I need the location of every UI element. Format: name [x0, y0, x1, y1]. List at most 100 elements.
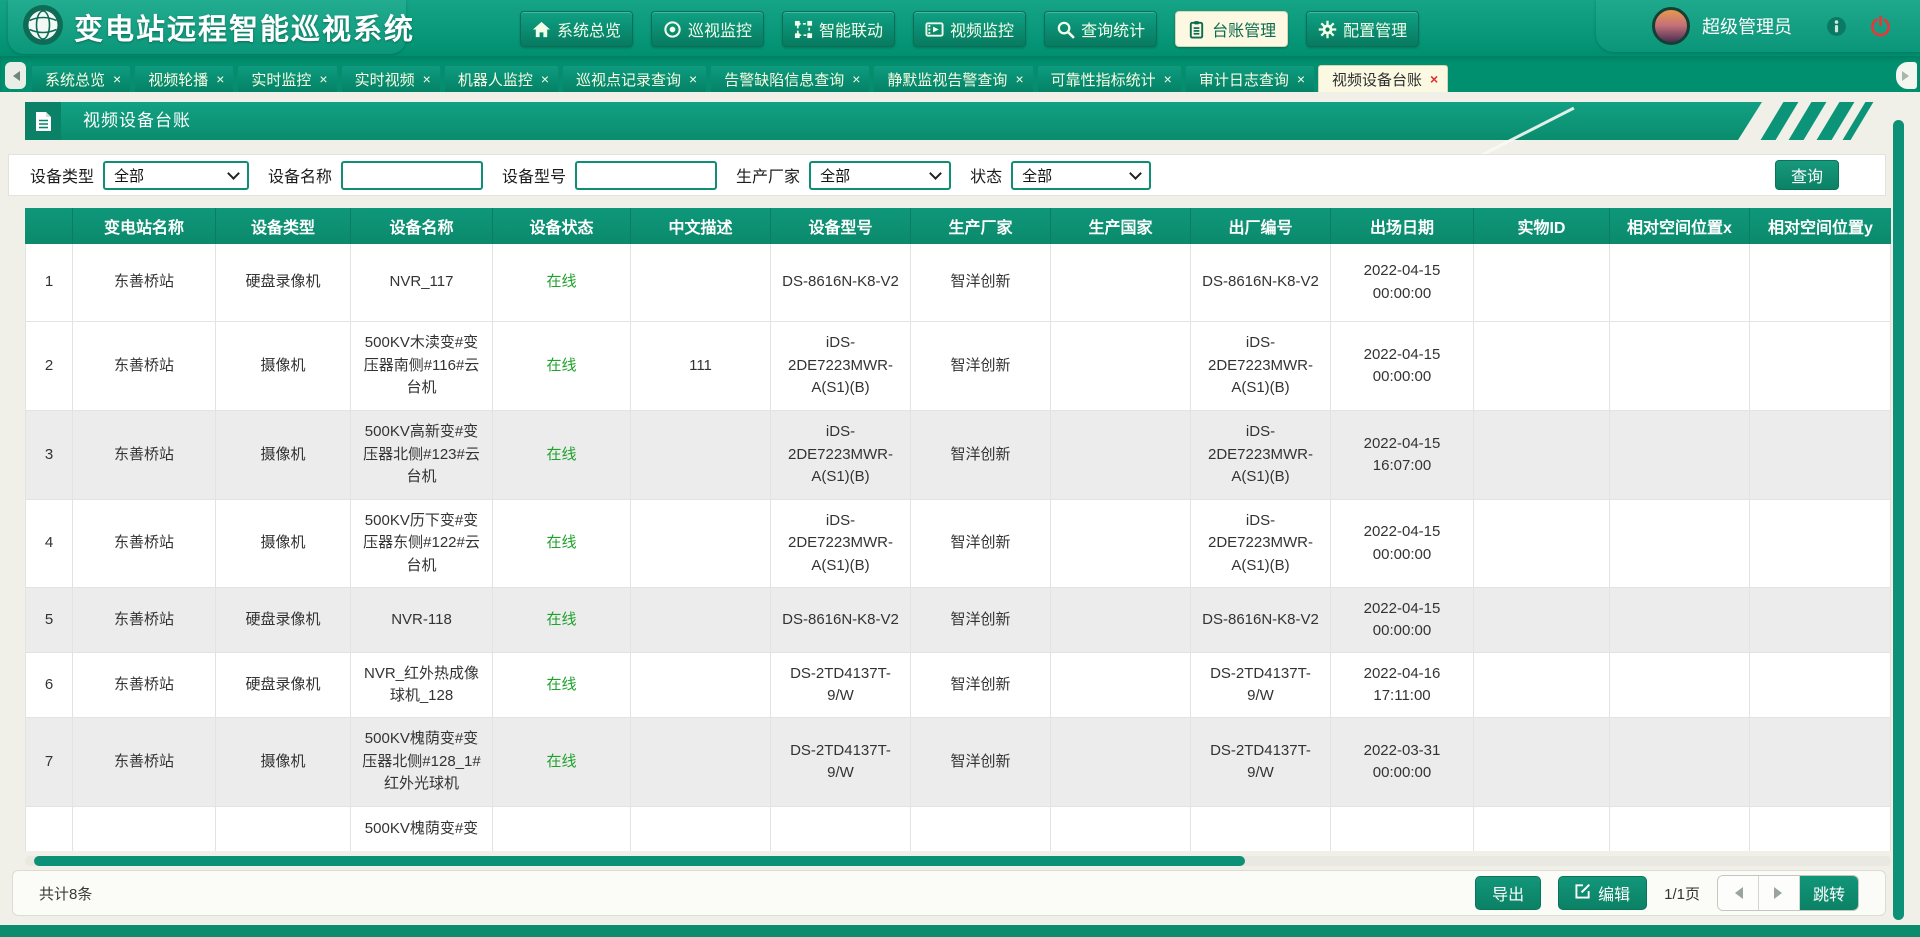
nav-system-overview[interactable]: 系统总览	[520, 11, 633, 47]
tab-close-icon[interactable]: ×	[852, 72, 860, 86]
table-cell: 东善桥站	[73, 322, 216, 411]
table-row[interactable]: 3东善桥站摄像机500KV高新变#变压器北侧#123#云台机在线iDS-2DE7…	[25, 411, 1891, 500]
nav-label: 智能联动	[819, 17, 883, 41]
footer-controls: 导出 编辑 1/1页 跳转	[1475, 875, 1859, 911]
total-count: 共计8条	[39, 883, 92, 904]
table-row[interactable]: 4东善桥站摄像机500KV历下变#变压器东侧#122#云台机在线iDS-2DE7…	[25, 500, 1891, 588]
tab-item[interactable]: 实时监控×	[237, 65, 337, 92]
table-row[interactable]: 7东善桥站摄像机500KV槐荫变#变压器北侧#128_1#红外光球机在线DS-2…	[25, 718, 1891, 807]
tab-item[interactable]: 视频设备台账×	[1318, 65, 1448, 92]
jump-button[interactable]: 跳转	[1800, 876, 1858, 910]
manufacturer-select[interactable]: 全部	[809, 161, 951, 190]
table-cell	[1610, 322, 1750, 411]
user-avatar[interactable]	[1652, 7, 1690, 45]
table-cell: DS-2TD4137T-9/W	[771, 718, 911, 807]
nav-ledger-management[interactable]: 台账管理	[1175, 11, 1288, 47]
table-row[interactable]: 2东善桥站摄像机500KV木渎变#变压器南侧#116#云台机在线111iDS-2…	[25, 322, 1891, 411]
status-select[interactable]: 全部	[1011, 161, 1151, 190]
page-title-banner: 视频设备台账	[25, 102, 1762, 140]
link-grid-icon	[794, 20, 813, 39]
tab-close-icon[interactable]: ×	[689, 72, 697, 86]
table-cell	[73, 807, 216, 851]
pagination-group: 跳转	[1717, 875, 1859, 911]
horizontal-scrollbar-thumb[interactable]	[34, 856, 1245, 866]
tab-close-icon[interactable]: ×	[1164, 72, 1172, 86]
tab-item[interactable]: 告警缺陷信息查询×	[710, 65, 870, 92]
table-cell: 智洋创新	[911, 588, 1051, 653]
table-cell	[631, 807, 771, 851]
tab-item[interactable]: 可靠性指标统计 ×	[1037, 65, 1182, 92]
table-cell	[631, 653, 771, 718]
table-row-partial[interactable]: 500KV槐荫变#变	[25, 807, 1891, 851]
table-cell: iDS-2DE7223MWR-A(S1)(B)	[1191, 322, 1331, 411]
tab-item[interactable]: 视频轮播×	[134, 65, 234, 92]
device-type-select[interactable]: 全部	[103, 161, 249, 190]
table-cell: iDS-2DE7223MWR-A(S1)(B)	[771, 411, 911, 500]
tab-close-icon[interactable]: ×	[113, 72, 121, 86]
chevron-left-icon	[1729, 887, 1743, 899]
tab-label: 机器人监控	[458, 69, 533, 90]
chevron-left-icon	[8, 71, 20, 81]
prev-page-button[interactable]	[1718, 876, 1759, 910]
table-cell	[1474, 807, 1610, 851]
tab-item[interactable]: 静默监视告警查询×	[873, 65, 1033, 92]
table-cell: DS-2TD4137T-9/W	[771, 653, 911, 718]
vertical-scrollbar-thumb[interactable]	[1893, 120, 1904, 920]
tab-item[interactable]: 机器人监控 ×	[444, 65, 559, 92]
tab-scroll-right-icon[interactable]	[1896, 62, 1917, 89]
table-cell	[1750, 322, 1891, 411]
search-icon	[1056, 20, 1075, 39]
table-cell: 4	[25, 500, 73, 588]
table-cell	[216, 807, 351, 851]
home-icon	[532, 20, 551, 39]
brand-panel: 变电站远程智能巡视系统	[8, 0, 406, 54]
info-icon[interactable]	[1826, 16, 1847, 37]
tab-close-icon[interactable]: ×	[216, 72, 224, 86]
tab-item[interactable]: 实时视频×	[341, 65, 441, 92]
table-row[interactable]: 6东善桥站硬盘录像机NVR_红外热成像球机_128在线DS-2TD4137T-9…	[25, 653, 1891, 718]
chevron-right-icon	[1902, 71, 1914, 81]
tab-close-icon[interactable]: ×	[423, 72, 431, 86]
tab-label: 可靠性指标统计	[1051, 69, 1156, 90]
search-button[interactable]: 查询	[1775, 160, 1839, 190]
export-button[interactable]: 导出	[1475, 876, 1541, 910]
table-cell: 在线	[493, 411, 631, 500]
tab-close-icon[interactable]: ×	[541, 72, 549, 86]
table-cell	[631, 244, 771, 322]
nav-smart-linkage[interactable]: 智能联动	[782, 11, 895, 47]
tab-close-icon[interactable]: ×	[319, 72, 327, 86]
power-icon[interactable]	[1869, 15, 1892, 38]
table-row[interactable]: 5东善桥站硬盘录像机NVR-118在线DS-8616N-K8-V2智洋创新DS-…	[25, 588, 1891, 653]
table-cell	[1474, 653, 1610, 718]
tab-item[interactable]: 系统总览×	[31, 65, 131, 92]
table-cell: NVR_117	[351, 244, 493, 322]
table-row[interactable]: 1东善桥站硬盘录像机NVR_117在线DS-8616N-K8-V2智洋创新DS-…	[25, 244, 1891, 322]
device-model-input[interactable]	[575, 161, 717, 190]
tab-close-icon[interactable]: ×	[1015, 72, 1023, 86]
table-cell: 东善桥站	[73, 718, 216, 807]
table-cell: 2022-04-15 00:00:00	[1331, 588, 1474, 653]
nav-query-statistics[interactable]: 查询统计	[1044, 11, 1157, 47]
edit-button[interactable]: 编辑	[1558, 876, 1647, 910]
main-nav: 系统总览 巡视监控 智能联动 视频监控 查询统计 台账管理	[520, 11, 1419, 47]
table-cell	[1051, 322, 1191, 411]
table-cell: 7	[25, 718, 73, 807]
nav-config-management[interactable]: 配置管理	[1306, 11, 1419, 47]
table-cell: NVR-118	[351, 588, 493, 653]
tab-item[interactable]: 审计日志查询 ×	[1185, 65, 1315, 92]
table-cell	[1750, 411, 1891, 500]
tab-item[interactable]: 巡视点记录查询×	[562, 65, 707, 92]
tab-close-icon[interactable]: ×	[1430, 72, 1438, 86]
next-page-button[interactable]	[1759, 876, 1800, 910]
nav-inspection-monitor[interactable]: 巡视监控	[651, 11, 764, 47]
nav-video-monitor[interactable]: 视频监控	[913, 11, 1026, 47]
table-cell: 东善桥站	[73, 653, 216, 718]
tab-scroll-left-icon[interactable]	[5, 62, 26, 89]
table-cell: 500KV木渎变#变压器南侧#116#云台机	[351, 322, 493, 411]
document-icon	[25, 102, 61, 140]
manufacturer-label: 生产厂家	[736, 163, 800, 187]
table-cell	[1191, 807, 1331, 851]
tab-close-icon[interactable]: ×	[1297, 72, 1305, 86]
device-name-input[interactable]	[341, 161, 483, 190]
tab-label: 审计日志查询	[1199, 69, 1289, 90]
